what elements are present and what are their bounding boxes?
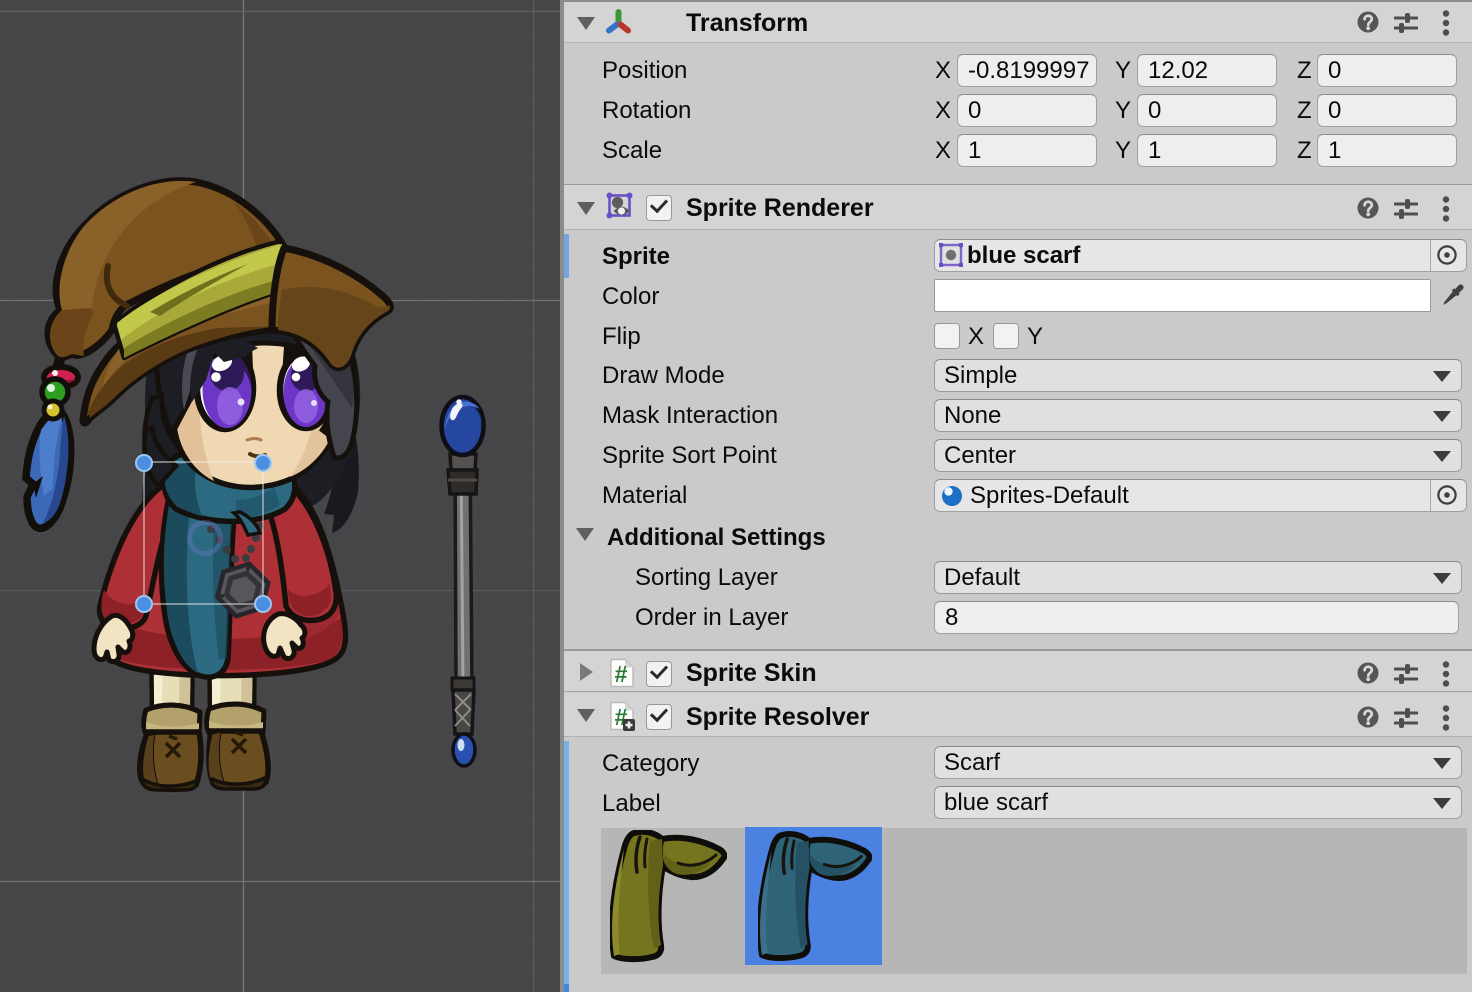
svg-text:#: # xyxy=(615,661,628,687)
